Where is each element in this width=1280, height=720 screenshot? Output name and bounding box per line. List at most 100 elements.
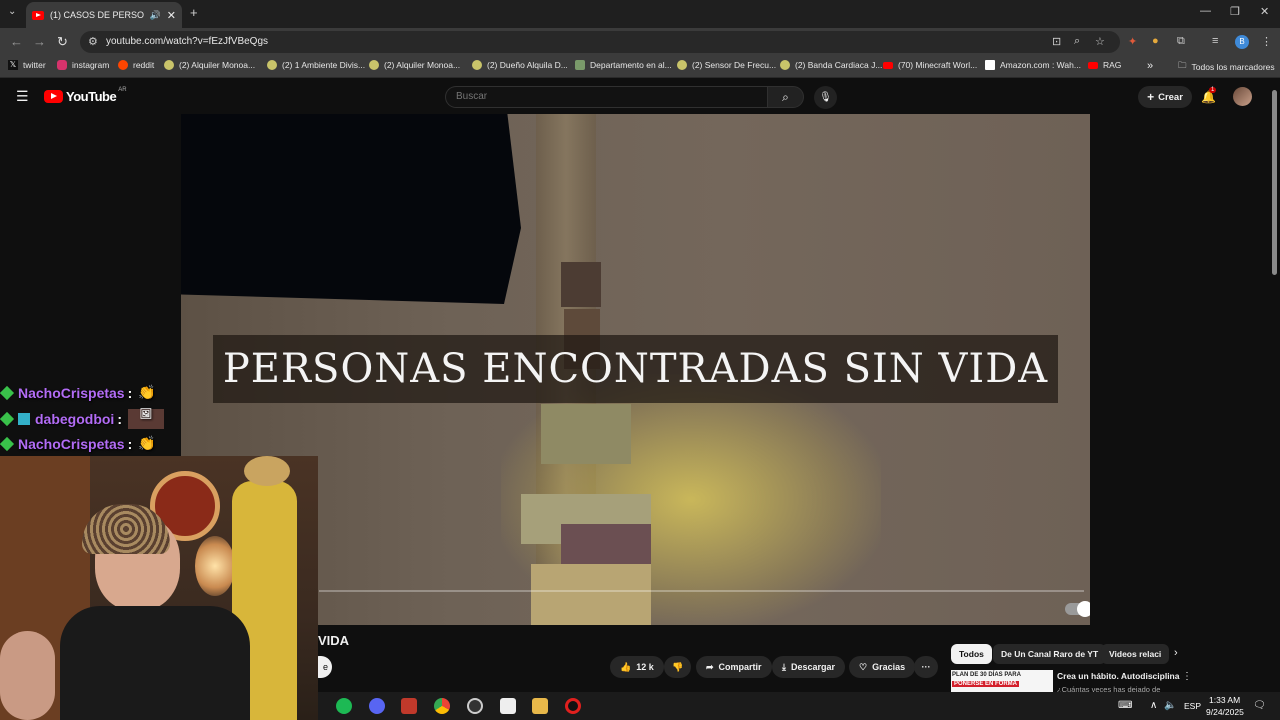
bookmark-item[interactable]: reddit: [118, 60, 154, 70]
bookmark-item[interactable]: (2) Dueño Alquila D...: [472, 60, 568, 70]
browser-menu-icon[interactable]: ⋮: [1261, 35, 1272, 48]
file-explorer-icon[interactable]: [532, 698, 548, 714]
browser-toolbar: ← → ↻ ⚙ youtube.com/watch?v=fEzJfVBeQgs …: [0, 28, 1280, 56]
listing-icon: [164, 60, 174, 70]
bookmark-item[interactable]: (2) Banda Cardiaca J...: [780, 60, 882, 70]
pixelated-censor-block: [531, 564, 651, 625]
chat-badge-icon: [0, 385, 15, 400]
more-actions-button[interactable]: ···: [914, 656, 938, 678]
chat-message: dabegodboi: 🖼: [0, 409, 164, 429]
related-more-icon[interactable]: ⋮: [1182, 671, 1192, 682]
bookmark-item[interactable]: 𝕏twitter: [8, 60, 46, 70]
related-video-title[interactable]: Crea un hábito. Autodisciplina: [1057, 671, 1179, 681]
tray-expand-icon[interactable]: ∧: [1150, 700, 1157, 711]
chat-message: NachoCrispetas: 👏: [0, 435, 156, 452]
tab-title: (1) CASOS DE PERSONAS E: [50, 10, 144, 20]
bookmark-item[interactable]: RAG: [1088, 60, 1121, 70]
back-icon[interactable]: ←: [10, 34, 23, 49]
listing-icon: [267, 60, 277, 70]
media-controls-icon[interactable]: ≡: [1212, 35, 1218, 47]
user-avatar[interactable]: [1233, 87, 1252, 106]
youtube-icon: [883, 61, 893, 69]
thumbs-up-icon: 👍: [620, 661, 632, 672]
bookmark-item[interactable]: (2) Alquiler Monoa...: [369, 60, 460, 70]
related-video-thumbnail[interactable]: PLAN DE 30 DÍAS PARA PONERSE EN FORMA: [951, 670, 1053, 692]
listing-icon: [575, 60, 585, 70]
taskbar-time[interactable]: 1:33 AM: [1209, 695, 1240, 705]
search-button[interactable]: ⌕: [767, 86, 804, 108]
extension-color-icon[interactable]: ●: [1152, 35, 1159, 47]
clap-emote-icon: 👏: [138, 384, 156, 400]
volume-icon[interactable]: 🔈: [1164, 700, 1176, 711]
video-progress-bar[interactable]: [319, 590, 1084, 592]
site-info-icon[interactable]: ⚙: [88, 35, 98, 48]
profile-avatar-icon[interactable]: B: [1235, 35, 1249, 49]
zoom-icon[interactable]: ⌕: [1074, 35, 1080, 48]
bookmark-star-icon[interactable]: ☆: [1095, 35, 1105, 48]
search-input[interactable]: [456, 91, 756, 102]
instagram-icon: [57, 60, 67, 70]
audio-playing-icon[interactable]: 🔊: [150, 10, 161, 21]
close-window-icon[interactable]: ✕: [1260, 5, 1269, 18]
listing-icon: [369, 60, 379, 70]
minimize-icon[interactable]: —: [1200, 5, 1211, 17]
all-bookmarks-button[interactable]: 🗀 Todos los marcadores: [1178, 60, 1275, 74]
bookmark-item[interactable]: (2) Sensor De Frecu...: [677, 60, 776, 70]
hamburger-menu-icon[interactable]: ☰: [16, 88, 29, 105]
windows-taskbar: [318, 692, 1280, 720]
notification-center-icon[interactable]: 🗨: [1253, 700, 1266, 711]
reload-icon[interactable]: ↻: [57, 34, 68, 50]
like-button[interactable]: 👍 12 k: [610, 656, 664, 678]
bookmark-item[interactable]: (70) Minecraft Worl...: [883, 60, 977, 70]
discord-icon[interactable]: [369, 698, 385, 714]
chip-related[interactable]: Videos relaci: [1101, 644, 1170, 664]
bookmark-item[interactable]: instagram: [57, 60, 109, 70]
chip-todos[interactable]: Todos: [951, 644, 992, 664]
opera-icon[interactable]: [565, 698, 581, 714]
chat-badge-icon: [0, 411, 15, 427]
extensions-puzzle-icon[interactable]: ⧉: [1177, 35, 1185, 48]
chrome-icon[interactable]: [434, 698, 450, 714]
forward-icon[interactable]: →: [33, 34, 46, 49]
download-button[interactable]: ⤓ Descargar: [772, 656, 846, 678]
bookmark-item[interactable]: (2) Alquiler Monoa...: [164, 60, 255, 70]
chat-badge-icon: [0, 436, 15, 451]
tab-search-icon[interactable]: ⌄: [8, 6, 16, 17]
video-caption: PERSONAS ENCONTRADAS SIN VIDA: [213, 335, 1058, 403]
youtube-logo[interactable]: YouTube AR: [44, 87, 127, 104]
dislike-button[interactable]: 👎: [664, 656, 692, 678]
bookmark-item[interactable]: (2) 1 Ambiente Divis...: [267, 60, 365, 70]
webcam-hand: [0, 631, 55, 720]
close-tab-icon[interactable]: ✕: [167, 9, 176, 22]
thanks-button[interactable]: ♡ Gracias: [849, 656, 916, 678]
install-app-icon[interactable]: ⊡: [1052, 35, 1061, 48]
input-language[interactable]: ESP: [1184, 701, 1201, 711]
extension-fox-icon[interactable]: ✦: [1128, 35, 1137, 48]
taskbar-date[interactable]: 9/24/2025: [1206, 707, 1244, 717]
webcam-lamp: [195, 536, 235, 596]
share-button[interactable]: ➦ Compartir: [696, 656, 772, 678]
keyboard-icon[interactable]: ⌨: [1118, 700, 1132, 711]
restore-icon[interactable]: ❐: [1230, 5, 1240, 18]
address-bar[interactable]: ⚙ youtube.com/watch?v=fEzJfVBeQgs ⊡ ⌕ ☆: [80, 31, 1120, 53]
obs-icon[interactable]: [467, 698, 483, 714]
browser-tab-active[interactable]: (1) CASOS DE PERSONAS E 🔊 ✕: [26, 2, 182, 28]
picture-emote-icon: 🖼: [128, 409, 164, 429]
search-box[interactable]: [445, 86, 767, 108]
spotify-icon[interactable]: [336, 698, 352, 714]
create-button[interactable]: + Crear: [1138, 86, 1192, 108]
chip-channel[interactable]: De Un Canal Raro de YT: [993, 644, 1107, 664]
new-tab-button[interactable]: +: [190, 5, 198, 20]
autoplay-toggle[interactable]: [1065, 601, 1090, 617]
voicemeeter-icon[interactable]: [401, 698, 417, 714]
capcut-icon[interactable]: [500, 698, 516, 714]
page-scrollbar[interactable]: [1272, 90, 1277, 275]
bookmark-item[interactable]: Departamento en al...: [575, 60, 672, 70]
bookmarks-overflow-icon[interactable]: »: [1147, 60, 1153, 72]
browser-tab-strip: ⌄ (1) CASOS DE PERSONAS E 🔊 ✕ + — ❐ ✕: [0, 0, 1280, 28]
voice-search-button[interactable]: 🎙: [814, 86, 837, 109]
listing-icon: [780, 60, 790, 70]
chips-next-icon[interactable]: ›: [1174, 647, 1178, 659]
bookmark-item[interactable]: Amazon.com : Wah...: [985, 60, 1081, 70]
webcam-hat: [244, 456, 290, 486]
